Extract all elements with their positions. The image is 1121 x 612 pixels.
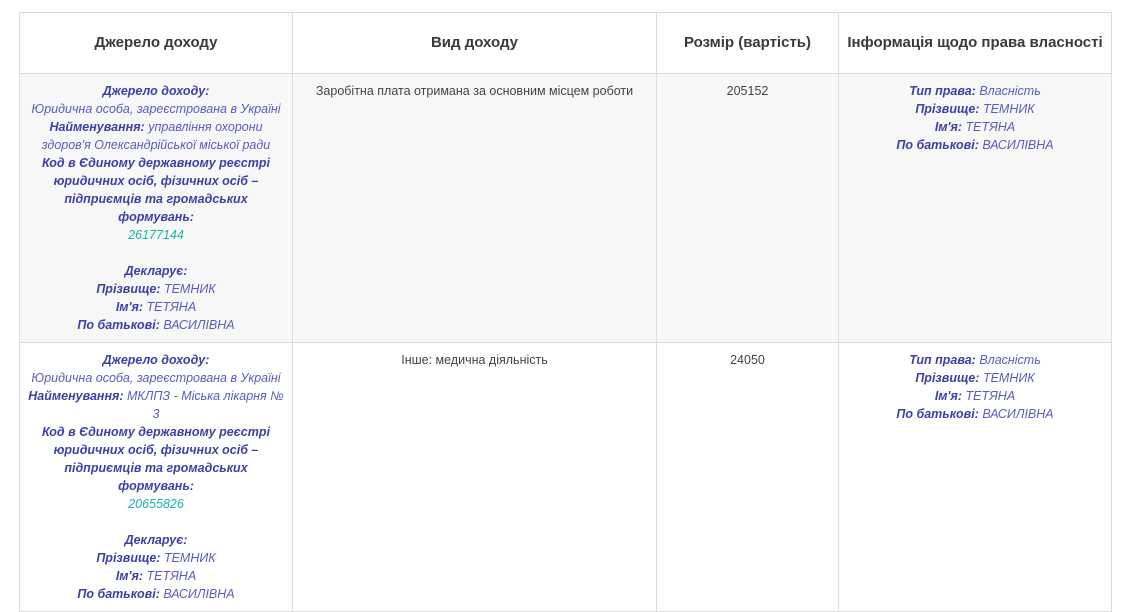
surname-label: Прізвище: <box>96 282 161 296</box>
owner-patronymic: ВАСИЛІВНА <box>982 407 1054 421</box>
right-type-value: Власність <box>979 84 1041 98</box>
column-header-amount: Розмір (вартість) <box>656 12 839 74</box>
name-label: Найменування: <box>28 389 124 403</box>
income-section: Джерело доходу Вид доходу Розмір (вартіс… <box>19 12 1112 612</box>
table-header-row: Джерело доходу Вид доходу Розмір (вартіс… <box>19 12 1112 74</box>
declarant-surname: ТЕМНИК <box>163 551 216 565</box>
patronymic-label: По батькові: <box>896 407 979 421</box>
declarant-surname: ТЕМНИК <box>163 282 216 296</box>
declarant-firstname: ТЕТЯНА <box>146 569 197 583</box>
source-cell: Джерело доходу: Юридична особа, зареєстр… <box>19 73 293 343</box>
source-label: Джерело доходу: <box>102 84 210 98</box>
owner-surname: ТЕМНИК <box>982 371 1035 385</box>
owner-patronymic: ВАСИЛІВНА <box>982 138 1054 152</box>
firstname-label: Ім'я: <box>115 300 144 314</box>
amount-cell: 24050 <box>656 342 839 612</box>
source-label: Джерело доходу: <box>102 353 210 367</box>
declarant-label: Декларує: <box>124 264 188 278</box>
firstname-label: Ім'я: <box>934 389 963 403</box>
surname-label: Прізвище: <box>96 551 161 565</box>
ownership-cell: Тип права: Власність Прізвище: ТЕМНИК Ім… <box>838 342 1112 612</box>
surname-label: Прізвище: <box>915 102 980 116</box>
firstname-label: Ім'я: <box>115 569 144 583</box>
column-header-type: Вид доходу <box>292 12 657 74</box>
income-table: Джерело доходу Вид доходу Розмір (вартіс… <box>19 12 1112 612</box>
right-type-label: Тип права: <box>909 84 976 98</box>
surname-label: Прізвище: <box>915 371 980 385</box>
source-kind: Юридична особа, зареєстрована в Україні <box>31 371 281 385</box>
owner-firstname: ТЕТЯНА <box>965 120 1016 134</box>
table-row: Джерело доходу: Юридична особа, зареєстр… <box>19 342 1112 612</box>
firstname-label: Ім'я: <box>934 120 963 134</box>
patronymic-label: По батькові: <box>896 138 979 152</box>
name-label: Найменування: <box>49 120 145 134</box>
code-label: Код в Єдиному державному реєстрі юридичн… <box>42 425 270 493</box>
income-type-cell: Заробітна плата отримана за основним міс… <box>292 73 657 343</box>
declarant-patronymic: ВАСИЛІВНА <box>163 318 235 332</box>
org-name: МКЛПЗ - Міська лікарня № 3 <box>127 389 284 421</box>
owner-firstname: ТЕТЯНА <box>965 389 1016 403</box>
owner-surname: ТЕМНИК <box>982 102 1035 116</box>
column-header-ownership: Інформація щодо права власності <box>838 12 1112 74</box>
source-kind: Юридична особа, зареєстрована в Україні <box>31 102 281 116</box>
source-cell: Джерело доходу: Юридична особа, зареєстр… <box>19 342 293 612</box>
income-type-cell: Інше: медична діяльність <box>292 342 657 612</box>
org-code: 26177144 <box>128 228 184 242</box>
declarant-patronymic: ВАСИЛІВНА <box>163 587 235 601</box>
patronymic-label: По батькові: <box>77 318 160 332</box>
patronymic-label: По батькові: <box>77 587 160 601</box>
code-label: Код в Єдиному державному реєстрі юридичн… <box>42 156 270 224</box>
declarant-label: Декларує: <box>124 533 188 547</box>
column-header-source: Джерело доходу <box>19 12 293 74</box>
org-code: 20655826 <box>128 497 184 511</box>
table-row: Джерело доходу: Юридична особа, зареєстр… <box>19 73 1112 343</box>
amount-cell: 205152 <box>656 73 839 343</box>
right-type-value: Власність <box>979 353 1041 367</box>
right-type-label: Тип права: <box>909 353 976 367</box>
ownership-cell: Тип права: Власність Прізвище: ТЕМНИК Ім… <box>838 73 1112 343</box>
declarant-firstname: ТЕТЯНА <box>146 300 197 314</box>
